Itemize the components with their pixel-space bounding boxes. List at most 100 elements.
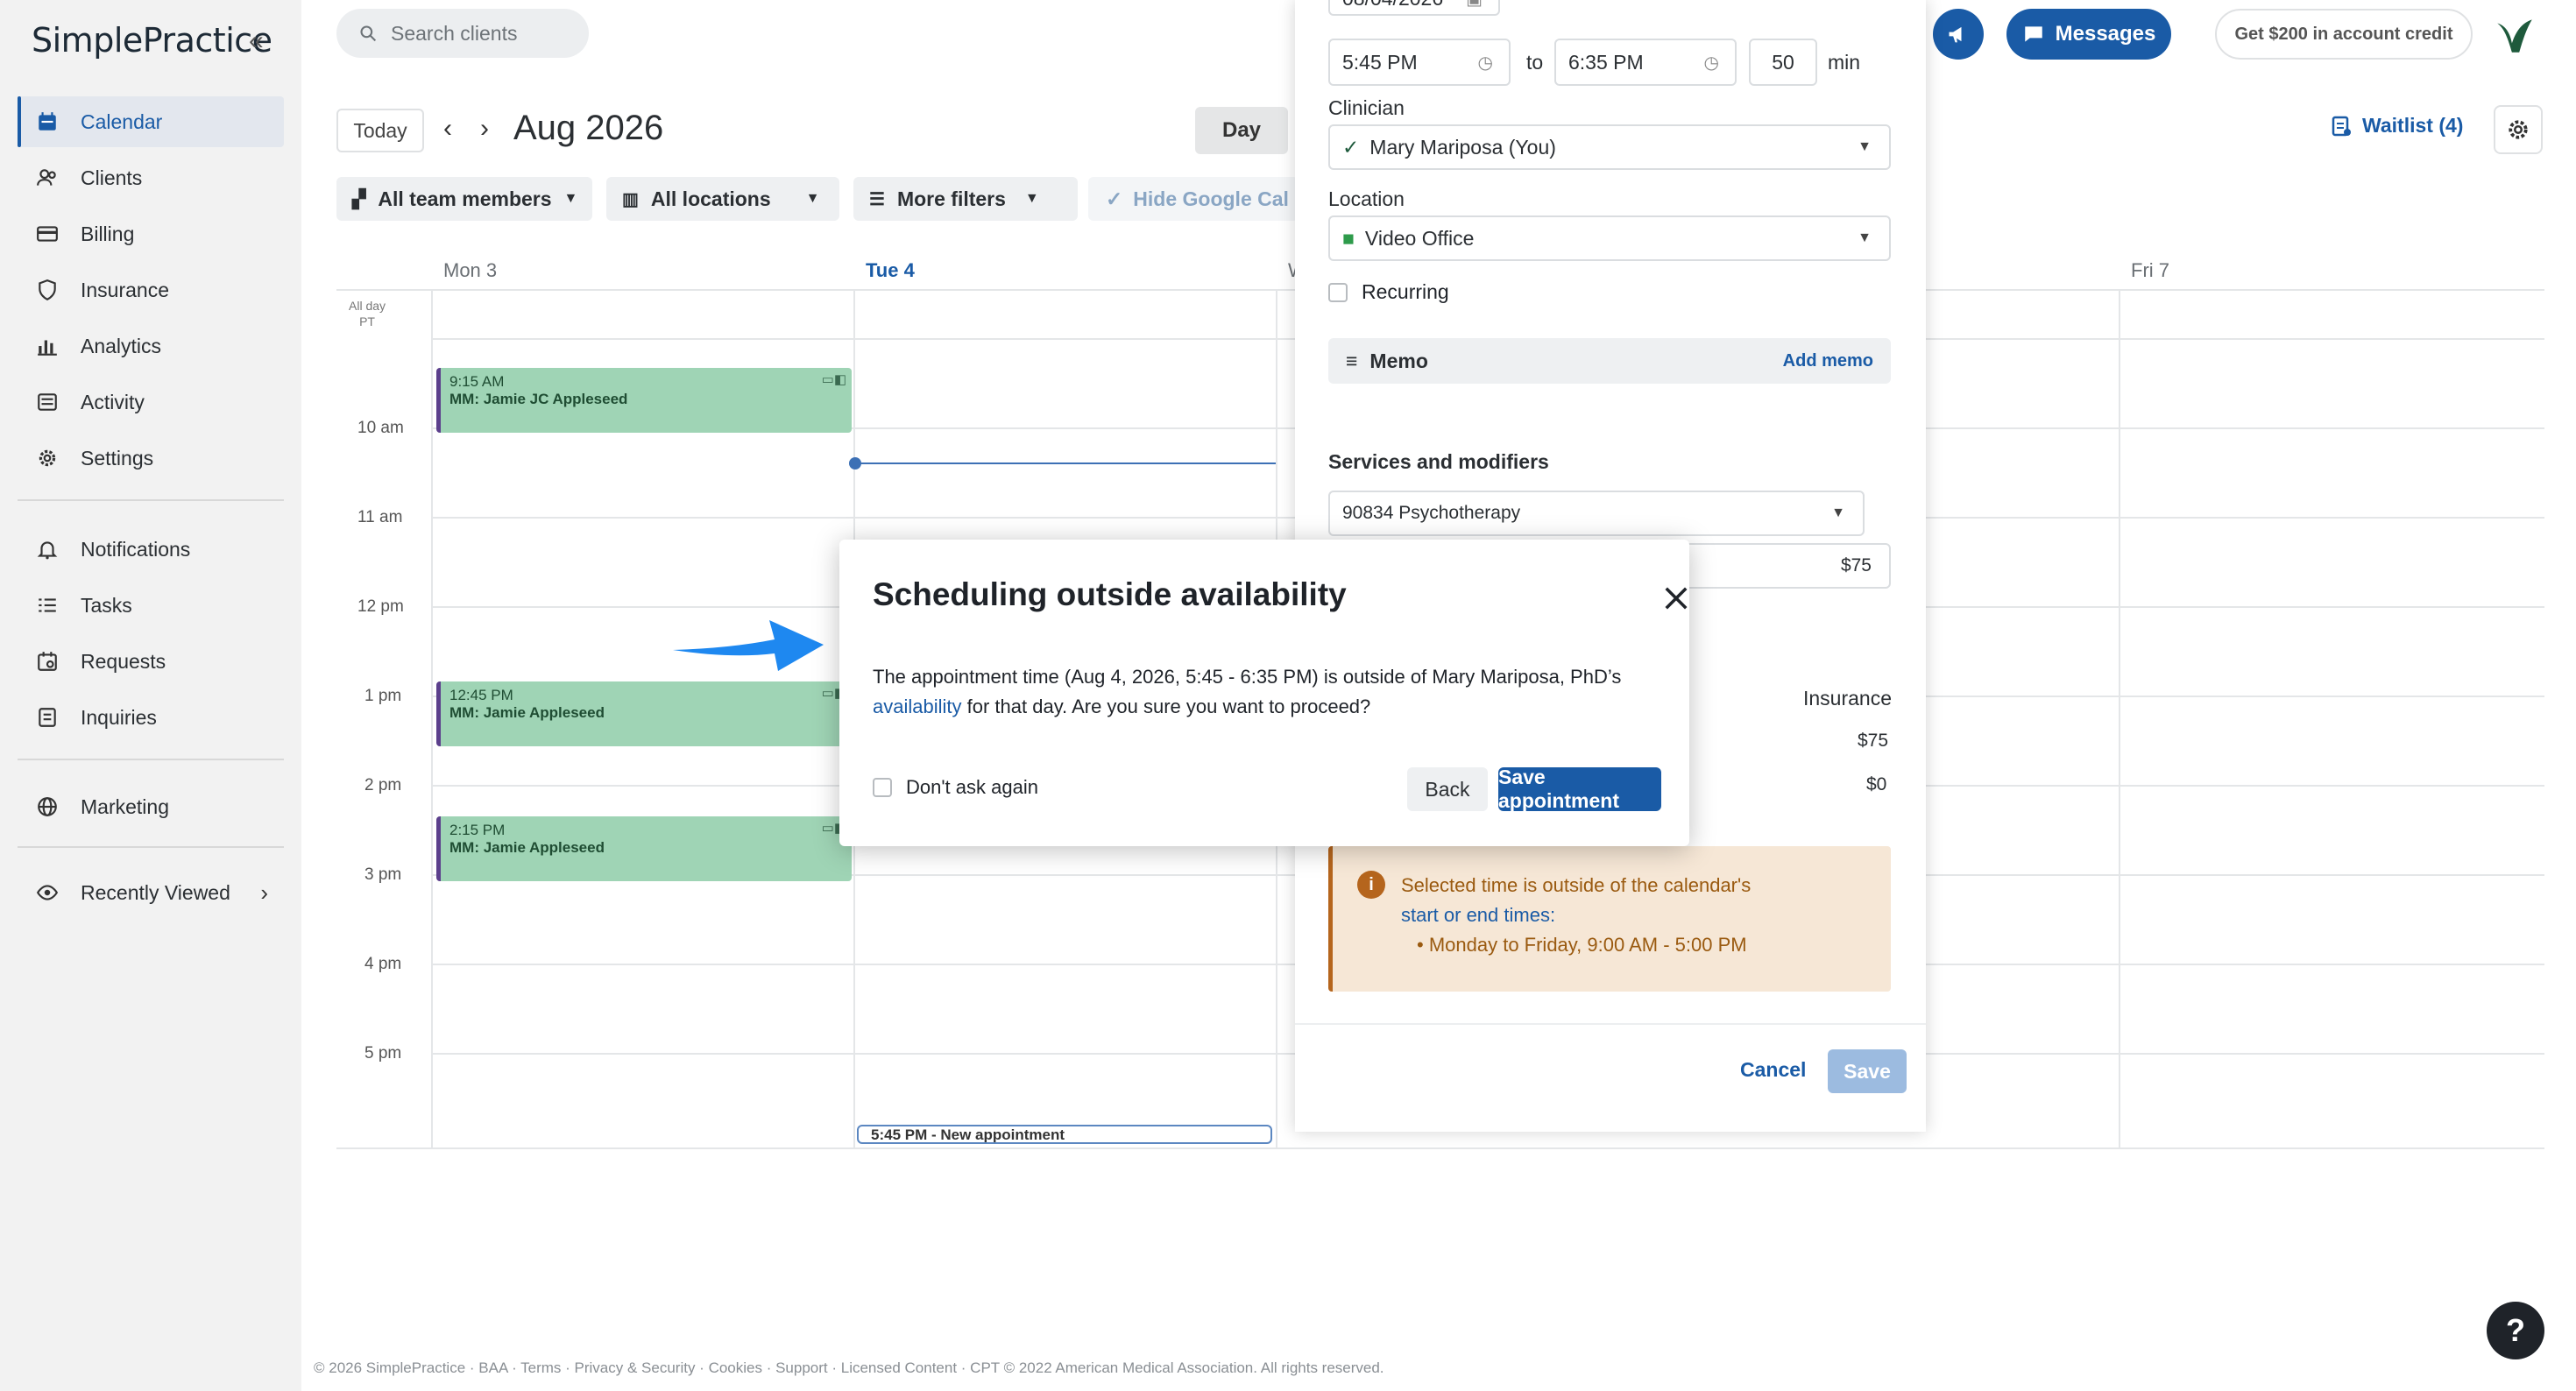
- recurring-checkbox[interactable]: Recurring: [1328, 280, 1449, 304]
- calendar-hours-warning: i Selected time is outside of the calend…: [1328, 846, 1891, 992]
- today-button[interactable]: Today: [336, 109, 424, 152]
- appointment-event[interactable]: 12:45 PM MM: Jamie Appleseed ▭◧: [436, 681, 852, 746]
- event-title: MM: Jamie JC Appleseed: [449, 391, 628, 407]
- sidebar-item-calendar[interactable]: Calendar: [18, 96, 284, 147]
- search-input[interactable]: Search clients: [336, 9, 589, 58]
- sidebar-item-analytics[interactable]: Analytics: [18, 321, 284, 371]
- clinician-logo-icon: ✓: [1342, 135, 1360, 159]
- app-logo[interactable]: SimplePractice: [32, 21, 272, 60]
- hide-gcal-label: Hide Google Cal E: [1133, 187, 1299, 210]
- appointment-event[interactable]: 2:15 PM MM: Jamie Appleseed ▭◧: [436, 816, 852, 881]
- gear-icon: [35, 446, 60, 470]
- start-end-times-link[interactable]: start or end times:: [1401, 900, 1891, 930]
- modal-message-text: for that day. Are you sure you want to p…: [966, 696, 1371, 717]
- hide-google-calendar-button[interactable]: ✓ Hide Google Cal E: [1088, 177, 1299, 221]
- date-field[interactable]: 08/04/2026 ▣: [1328, 0, 1500, 16]
- calendar-settings-button[interactable]: [2494, 105, 2543, 154]
- warning-bullet: • Monday to Friday, 9:00 AM - 5:00 PM: [1417, 934, 1747, 956]
- caret-down-icon: ▼: [805, 191, 820, 206]
- dont-ask-again-checkbox[interactable]: Don't ask again: [873, 776, 1038, 799]
- video-icon: ▭◧: [821, 372, 846, 387]
- sidebar-item-insurance[interactable]: Insurance: [18, 265, 284, 315]
- time-label: 1 pm: [364, 687, 402, 705]
- memo-icon: ≡: [1346, 349, 1358, 372]
- waitlist-button[interactable]: Waitlist (4): [2331, 114, 2463, 138]
- add-memo-link[interactable]: Add memo: [1783, 351, 1873, 371]
- caret-down-icon: ▼: [1858, 230, 1872, 245]
- new-appointment-placeholder[interactable]: 5:45 PM - New appointment: [857, 1125, 1272, 1144]
- service-value: 90834 Psychotherapy: [1342, 503, 1521, 523]
- duration-unit: min: [1828, 51, 1861, 74]
- clinician-value: Mary Mariposa (You): [1369, 135, 1556, 159]
- sidebar-divider: [18, 499, 284, 501]
- messages-button[interactable]: Messages: [2006, 9, 2171, 60]
- sidebar-item-label: Billing: [81, 222, 135, 245]
- bell-icon: [35, 537, 60, 561]
- sidebar-item-marketing[interactable]: Marketing: [18, 781, 284, 832]
- start-time-field[interactable]: 5:45 PM ◷: [1328, 39, 1511, 86]
- service-select[interactable]: 90834 Psychotherapy ▼: [1328, 491, 1865, 536]
- sidebar-item-inquiries[interactable]: Inquiries: [18, 692, 284, 743]
- filter-label: All team members: [378, 187, 552, 210]
- warning-bullet-text: Monday to Friday, 9:00 AM - 5:00 PM: [1428, 934, 1747, 956]
- duration-field[interactable]: 50: [1749, 39, 1817, 86]
- bar-chart-icon: [35, 334, 60, 358]
- availability-link[interactable]: availability: [873, 696, 962, 717]
- chevron-right-icon: ›: [260, 879, 268, 906]
- sidebar-item-clients[interactable]: Clients: [18, 152, 284, 203]
- event-title: MM: Jamie Appleseed: [449, 839, 605, 856]
- sidebar-item-label: Settings: [81, 446, 154, 470]
- help-button[interactable]: ?: [2487, 1302, 2544, 1359]
- save-button[interactable]: Save: [1828, 1049, 1907, 1093]
- collapse-sidebar-icon[interactable]: «: [249, 26, 264, 56]
- sidebar-item-label: Marketing: [81, 794, 169, 818]
- sidebar-item-tasks[interactable]: Tasks: [18, 580, 284, 631]
- sidebar-item-label: Activity: [81, 390, 145, 413]
- sidebar-item-activity[interactable]: Activity: [18, 377, 284, 427]
- sidebar-item-label: Notifications: [81, 537, 191, 561]
- clinician-select[interactable]: ✓ Mary Mariposa (You) ▼: [1328, 124, 1891, 170]
- day-header-mon: Mon 3: [443, 259, 498, 281]
- clock-icon: ◷: [1477, 53, 1493, 73]
- sidebar-item-recently-viewed[interactable]: Recently Viewed ›: [18, 867, 284, 918]
- day-view-button[interactable]: Day: [1195, 107, 1288, 154]
- user-avatar-icon[interactable]: [2492, 12, 2537, 58]
- checkbox[interactable]: [873, 778, 892, 797]
- insurance-amount: $75: [1858, 731, 1889, 751]
- close-icon[interactable]: [1663, 585, 1689, 611]
- location-select[interactable]: ■ Video Office ▼: [1328, 215, 1891, 261]
- memo-bar: ≡ Memo Add memo: [1328, 338, 1891, 384]
- grid-column-line: [2119, 289, 2120, 1149]
- time-label: 3 pm: [364, 865, 402, 884]
- warning-text: Selected time is outside of the calendar…: [1401, 874, 1752, 896]
- sidebar-item-requests[interactable]: Requests: [18, 636, 284, 687]
- account-credit-button[interactable]: Get $200 in account credit: [2215, 9, 2473, 60]
- appointment-event[interactable]: 9:15 AM MM: Jamie JC Appleseed ▭◧: [436, 368, 852, 433]
- prev-period-button[interactable]: ‹: [443, 114, 452, 144]
- end-time-field[interactable]: 6:35 PM ◷: [1554, 39, 1737, 86]
- more-filters-button[interactable]: ☰ More filters ▼: [853, 177, 1078, 221]
- megaphone-icon: [1949, 26, 1962, 43]
- waitlist-label: Waitlist (4): [2362, 114, 2464, 137]
- sidebar-item-notifications[interactable]: Notifications: [18, 524, 284, 575]
- save-appointment-button[interactable]: Save appointment: [1498, 766, 1661, 812]
- page-footer: © 2026 SimplePractice · BAA · Terms · Pr…: [314, 1359, 1384, 1376]
- cancel-button[interactable]: Cancel: [1740, 1058, 1806, 1082]
- current-time-line: [853, 462, 1276, 464]
- locations-filter[interactable]: ▥ All locations ▼: [606, 177, 839, 221]
- sidebar-item-settings[interactable]: Settings: [18, 433, 284, 484]
- location-value: Video Office: [1364, 226, 1475, 250]
- eye-icon: [35, 880, 60, 905]
- back-button[interactable]: Back: [1407, 767, 1488, 811]
- calendar-icon: [35, 109, 60, 134]
- modal-message: The appointment time (Aug 4, 2026, 5:45 …: [873, 662, 1661, 722]
- sidebar-item-billing[interactable]: Billing: [18, 208, 284, 259]
- event-time: 12:45 PM: [449, 687, 513, 703]
- chat-icon: [2024, 26, 2042, 42]
- announcements-button[interactable]: [1933, 9, 1984, 60]
- clock-icon: ◷: [1703, 53, 1719, 73]
- checklist-icon: [35, 593, 60, 618]
- checkbox[interactable]: [1328, 282, 1348, 302]
- next-period-button[interactable]: ›: [480, 114, 489, 144]
- team-members-filter[interactable]: ▞ All team members ▼: [336, 177, 592, 221]
